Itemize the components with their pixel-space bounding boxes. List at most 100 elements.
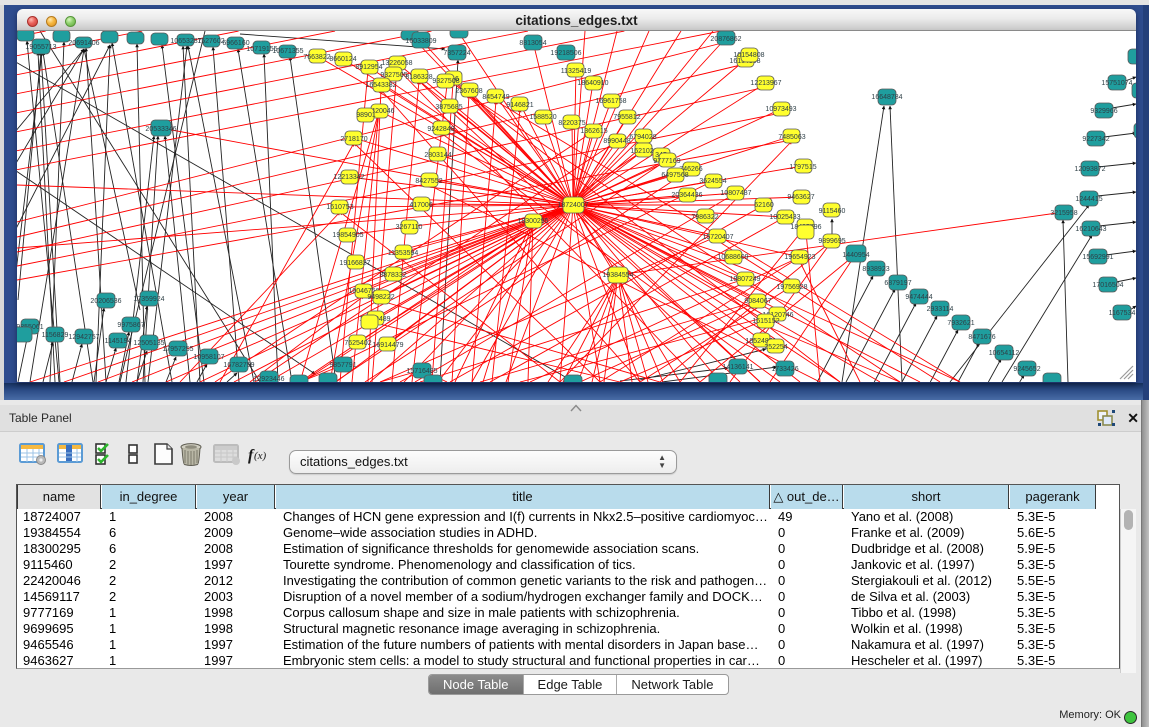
svg-text:16914479: 16914479	[372, 342, 403, 349]
svg-text:9463627: 9463627	[787, 194, 814, 201]
svg-text:9245652: 9245652	[1013, 366, 1040, 373]
svg-text:10654112: 10654112	[989, 350, 1020, 357]
svg-text:15716485: 15716485	[406, 368, 437, 375]
svg-text:12093872: 12093872	[1074, 166, 1105, 173]
svg-text:20206536: 20206536	[90, 298, 121, 305]
svg-text:9084067: 9084067	[744, 298, 771, 305]
svg-text:1615152: 1615152	[752, 318, 779, 325]
svg-text:8186328: 8186328	[405, 74, 432, 81]
svg-text:7485063: 7485063	[778, 134, 805, 141]
svg-text:1797515: 1797515	[789, 164, 816, 171]
svg-text:1167534: 1167534	[1109, 310, 1136, 317]
svg-text:3267110: 3267110	[396, 224, 423, 231]
svg-text:252254: 252254	[764, 344, 787, 351]
svg-text:1610753: 1610753	[326, 204, 353, 211]
svg-text:9474444: 9474444	[905, 294, 932, 301]
svg-text:15692991: 15692991	[1082, 254, 1113, 261]
svg-text:3215958: 3215958	[1050, 210, 1077, 217]
svg-text:12213342: 12213342	[333, 174, 364, 181]
svg-text:3624554: 3624554	[699, 178, 726, 185]
svg-text:8990448: 8990448	[603, 138, 630, 145]
svg-text:20876862: 20876862	[710, 36, 741, 43]
svg-text:9777169: 9777169	[653, 158, 680, 165]
svg-text:17359924: 17359924	[133, 296, 164, 303]
svg-text:20364436: 20364436	[671, 192, 702, 199]
svg-text:62160: 62160	[754, 202, 774, 209]
svg-text:7932621: 7932621	[947, 320, 974, 327]
svg-text:9327508: 9327508	[432, 78, 459, 85]
svg-text:16961758: 16961758	[595, 98, 626, 105]
svg-text:7625402: 7625402	[344, 340, 371, 347]
svg-text:12942757: 12942757	[68, 334, 99, 341]
svg-text:10973493: 10973493	[765, 106, 796, 113]
svg-text:10154808: 10154808	[733, 52, 764, 59]
svg-text:19384554: 19384554	[602, 272, 633, 279]
svg-text:12213967: 12213967	[750, 80, 781, 87]
svg-text:18807249: 18807249	[729, 276, 760, 283]
svg-text:9975867: 9975867	[117, 322, 144, 329]
svg-text:11353594: 11353594	[388, 250, 419, 257]
svg-text:19218506: 19218506	[550, 50, 581, 57]
svg-text:8813054: 8813054	[519, 40, 546, 47]
svg-text:6794028: 6794028	[629, 134, 656, 141]
svg-text:9857791: 9857791	[329, 362, 356, 369]
svg-text:2933114: 2933114	[927, 306, 954, 313]
svg-text:18640910: 18640910	[577, 80, 608, 87]
svg-text:1156829: 1156829	[42, 332, 69, 339]
svg-text:8938923: 8938923	[862, 266, 889, 273]
svg-text:7955812: 7955812	[613, 114, 640, 121]
svg-text:19055713: 19055713	[25, 44, 56, 51]
svg-text:7986322: 7986322	[691, 214, 718, 221]
svg-text:9329966: 9329966	[1090, 108, 1117, 115]
svg-text:1588520: 1588520	[529, 114, 556, 121]
svg-text:9227342: 9227342	[1082, 136, 1109, 143]
svg-text:6879197: 6879197	[884, 280, 911, 287]
svg-text:19654923: 19654923	[784, 254, 815, 261]
svg-text:2718170: 2718170	[340, 136, 367, 143]
svg-text:8454749: 8454749	[482, 94, 509, 101]
svg-text:19756928: 19756928	[776, 284, 807, 291]
svg-text:14136141: 14136141	[722, 364, 753, 371]
svg-text:8220375: 8220375	[558, 120, 585, 127]
svg-text:8471676: 8471676	[968, 334, 995, 341]
svg-text:2367608: 2367608	[455, 88, 482, 95]
svg-text:98901: 98901	[356, 112, 376, 119]
svg-text:2803144: 2803144	[424, 152, 451, 159]
svg-text:19854905: 19854905	[332, 232, 363, 239]
svg-text:8427552: 8427552	[415, 178, 442, 185]
svg-text:1733426: 1733426	[771, 366, 798, 373]
svg-text:9498222: 9498222	[367, 294, 394, 301]
svg-text:7357224: 7357224	[443, 50, 470, 57]
svg-text:12505135: 12505135	[133, 340, 164, 347]
svg-text:417006: 417006	[409, 202, 432, 209]
svg-text:16543382: 16543382	[365, 82, 396, 89]
svg-text:10958107: 10958107	[193, 354, 224, 361]
svg-text:1362615: 1362615	[580, 128, 607, 135]
svg-text:19166827: 19166827	[339, 260, 370, 267]
svg-text:8912954: 8912954	[355, 64, 382, 71]
svg-text:10688609: 10688609	[717, 254, 748, 261]
svg-text:1527602: 1527602	[197, 38, 224, 45]
svg-text:10671355: 10671355	[272, 48, 303, 55]
svg-text:1145194: 1145194	[105, 338, 132, 345]
svg-text:17016504: 17016504	[1092, 282, 1123, 289]
svg-text:20691406: 20691406	[68, 40, 99, 47]
svg-text:12923446: 12923446	[253, 376, 284, 382]
svg-text:15751074: 15751074	[1101, 80, 1132, 87]
svg-text:1244415: 1244415	[1075, 196, 1102, 203]
svg-text:3875685: 3875685	[435, 104, 462, 111]
svg-text:20533346: 20533346	[145, 126, 176, 133]
svg-text:16782759: 16782759	[223, 362, 254, 369]
svg-text:11325419: 11325419	[561, 68, 592, 75]
svg-text:8660124: 8660124	[329, 56, 356, 63]
svg-text:6497568: 6497568	[661, 172, 688, 179]
svg-text:8878332: 8878332	[379, 272, 406, 279]
svg-text:18300295: 18300295	[517, 218, 548, 225]
svg-text:9115460: 9115460	[819, 208, 846, 215]
svg-text:16648784: 16648784	[871, 94, 902, 101]
svg-text:10025433: 10025433	[769, 214, 800, 221]
svg-text:10807487: 10807487	[720, 190, 751, 197]
svg-text:13226058: 13226058	[381, 60, 412, 67]
svg-text:9146821: 9146821	[506, 102, 533, 109]
svg-text:17957255: 17957255	[162, 346, 193, 353]
